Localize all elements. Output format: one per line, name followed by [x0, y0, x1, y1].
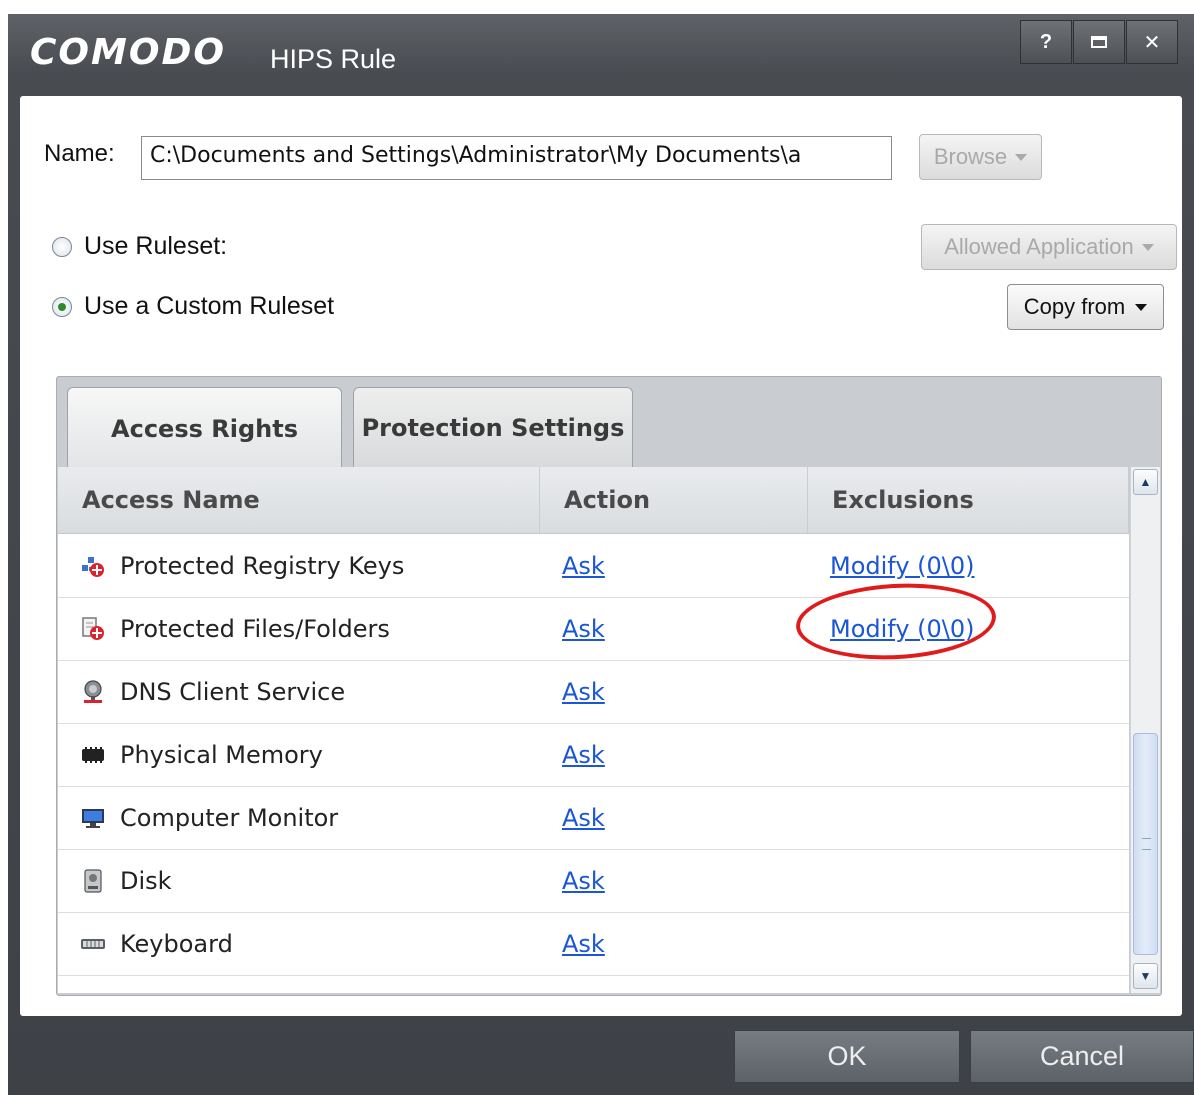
chevron-down-icon: ▼ [1139, 969, 1152, 983]
use-ruleset-radio[interactable] [52, 236, 72, 257]
access-name: Disk [120, 867, 172, 895]
access-name: Keyboard [120, 930, 233, 958]
name-label: Name: [44, 140, 115, 167]
action-link[interactable]: Ask [562, 930, 605, 958]
use-ruleset-label: Use Ruleset: [84, 232, 228, 260]
column-action[interactable]: Action [540, 467, 808, 533]
table-row[interactable]: Protected Registry Keys Ask Modify (0\0) [58, 535, 1129, 598]
action-cell: Ask [540, 787, 808, 849]
access-name: Protected Files/Folders [120, 615, 390, 643]
action-cell: Ask [540, 724, 808, 786]
browse-button: Browse [919, 134, 1042, 180]
use-ruleset-option[interactable]: Use Ruleset: [52, 232, 227, 261]
ruleset-dropdown: Allowed Application [921, 224, 1177, 270]
maximize-button[interactable] [1073, 20, 1125, 64]
copy-from-label: Copy from [1023, 294, 1126, 319]
action-link[interactable]: Ask [562, 678, 605, 706]
comodo-logo: COMODO [30, 32, 226, 73]
dialog-content: Name: C:\Documents and Settings\Administ… [20, 96, 1182, 1016]
exclusions-cell [808, 913, 1129, 975]
access-name-cell: Disk [58, 850, 540, 912]
access-name: Protected Registry Keys [120, 552, 405, 580]
ok-button[interactable]: OK [734, 1030, 960, 1083]
use-custom-ruleset-label: Use a Custom Ruleset [84, 292, 335, 320]
exclusions-cell: Modify (0\0) [808, 535, 1129, 597]
exclusions-cell [808, 787, 1129, 849]
access-name: Computer Monitor [120, 804, 339, 832]
action-cell: Ask [540, 850, 808, 912]
action-link[interactable]: Ask [562, 552, 605, 580]
table-row[interactable]: Protected Files/Folders Ask Modify (0\0) [58, 598, 1129, 661]
modify-exclusions-link[interactable]: Modify (0\0) [830, 552, 975, 580]
access-name-cell: Protected Registry Keys [58, 535, 540, 597]
table-row[interactable]: Disk Ask [58, 850, 1129, 913]
action-link[interactable]: Ask [562, 741, 605, 769]
access-name: Physical Memory [120, 741, 323, 769]
access-name-cell: Computer Monitor [58, 787, 540, 849]
exclusions-cell [808, 850, 1129, 912]
monitor-icon [80, 805, 106, 831]
tab-access-rights[interactable]: Access Rights [67, 387, 342, 469]
chevron-down-icon [1141, 243, 1154, 251]
registry-keys-icon [80, 553, 106, 579]
help-button[interactable]: ? [1020, 20, 1072, 64]
dns-client-icon [80, 679, 106, 705]
cancel-button[interactable]: Cancel [970, 1030, 1194, 1083]
column-access-name[interactable]: Access Name [58, 467, 540, 533]
tab-protection-settings[interactable]: Protection Settings [353, 387, 633, 467]
window-controls: ? ✕ [1020, 20, 1178, 64]
scroll-up-button[interactable]: ▲ [1133, 469, 1158, 495]
hips-rule-dialog: COMODO HIPS Rule ? ✕ Name: C:\Documents … [8, 14, 1194, 1095]
access-rights-table: Access Name Action Exclusions Protected … [58, 467, 1129, 993]
table-row[interactable]: Computer Monitor Ask [58, 787, 1129, 850]
access-name-cell: Protected Files/Folders [58, 598, 540, 660]
keyboard-icon [80, 931, 106, 957]
action-cell: Ask [540, 913, 808, 975]
exclusions-cell: Modify (0\0) [808, 598, 1129, 660]
grip-icon [1142, 838, 1151, 850]
use-custom-ruleset-option[interactable]: Use a Custom Ruleset [52, 292, 334, 321]
action-cell: Ask [540, 598, 808, 660]
table-row[interactable]: Physical Memory Ask [58, 724, 1129, 787]
table-row[interactable]: DNS Client Service Ask [58, 661, 1129, 724]
copy-from-button[interactable]: Copy from [1007, 284, 1164, 330]
access-name-cell: DNS Client Service [58, 661, 540, 723]
vertical-scrollbar[interactable]: ▲ ▼ [1130, 467, 1160, 993]
memory-icon [80, 742, 106, 768]
disk-icon [80, 868, 106, 894]
title-bar[interactable]: COMODO HIPS Rule ? ✕ [8, 14, 1194, 96]
browse-label: Browse [933, 144, 1008, 169]
ruleset-dropdown-value: Allowed Application [944, 234, 1134, 259]
files-folders-icon [80, 616, 106, 642]
table-header: Access Name Action Exclusions [58, 467, 1129, 534]
action-cell: Ask [540, 661, 808, 723]
exclusions-cell [808, 724, 1129, 786]
action-link[interactable]: Ask [562, 867, 605, 895]
scrollbar-thumb[interactable] [1133, 733, 1158, 955]
column-exclusions[interactable]: Exclusions [808, 467, 1129, 533]
chevron-up-icon: ▲ [1139, 475, 1152, 489]
window-title: HIPS Rule [270, 44, 397, 74]
chevron-down-icon [1015, 153, 1028, 161]
maximize-icon [1091, 36, 1107, 48]
use-custom-ruleset-radio[interactable] [52, 296, 72, 317]
table-row[interactable]: Keyboard Ask [58, 913, 1129, 976]
access-name-cell: Physical Memory [58, 724, 540, 786]
exclusions-cell [808, 661, 1129, 723]
chevron-down-icon [1135, 303, 1148, 311]
modify-exclusions-link[interactable]: Modify (0\0) [830, 615, 975, 643]
access-name-cell: Keyboard [58, 913, 540, 975]
name-field[interactable]: C:\Documents and Settings\Administrator\… [141, 136, 892, 180]
scroll-down-button[interactable]: ▼ [1133, 963, 1158, 989]
access-name: DNS Client Service [120, 678, 346, 706]
close-button[interactable]: ✕ [1126, 20, 1178, 64]
action-link[interactable]: Ask [562, 804, 605, 832]
action-cell: Ask [540, 535, 808, 597]
action-link[interactable]: Ask [562, 615, 605, 643]
rules-panel: Access Rights Protection Settings Access… [56, 376, 1162, 996]
